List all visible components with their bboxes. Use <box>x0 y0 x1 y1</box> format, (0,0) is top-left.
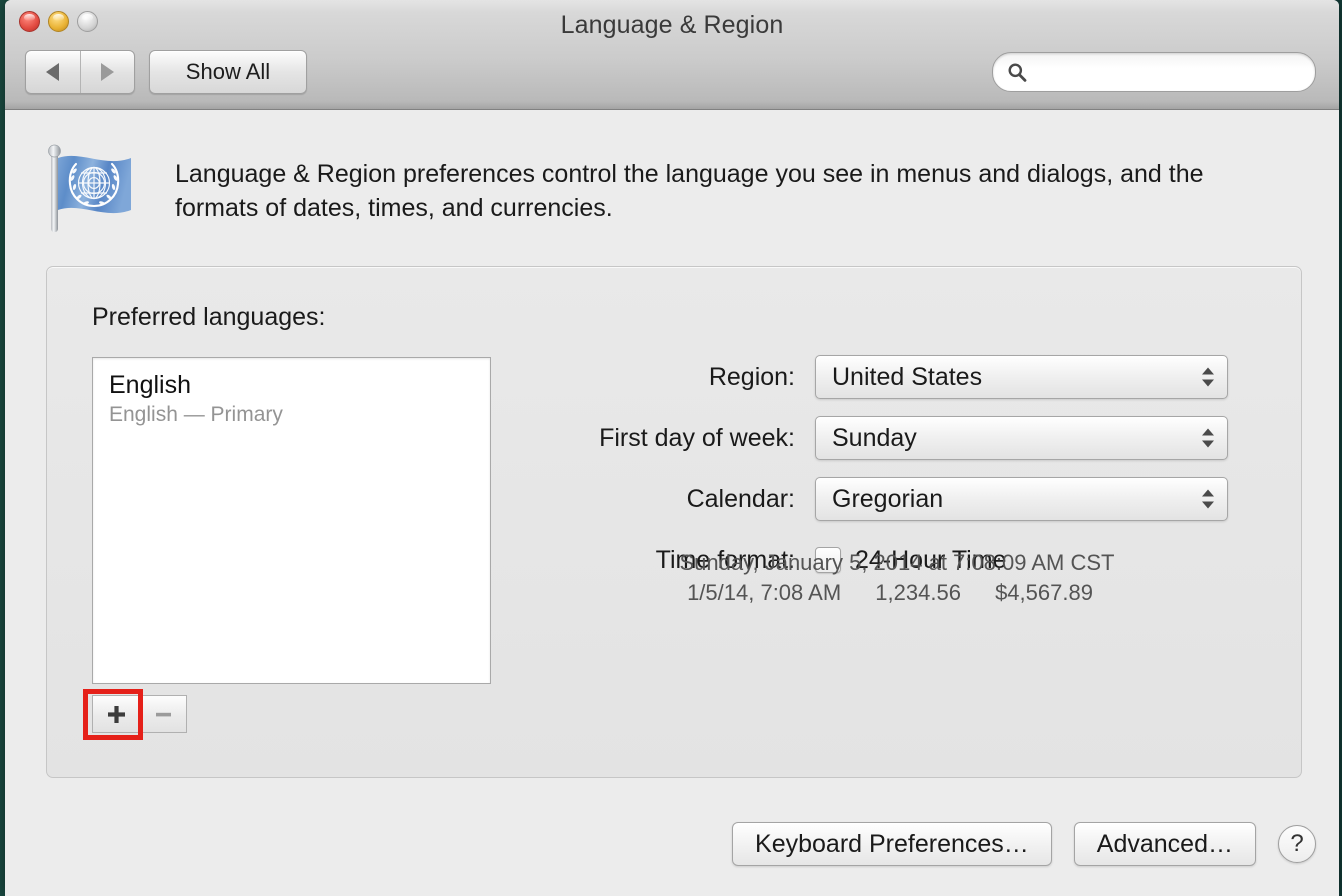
preference-pane-content: Language & Region preferences control th… <box>5 111 1339 896</box>
window-titlebar: Language & Region Show All <box>5 0 1339 110</box>
forward-button[interactable] <box>80 51 135 93</box>
sample-long-date: Sunday, January 5, 2014 at 7:08:09 AM CS… <box>547 550 1247 576</box>
help-label: ? <box>1290 830 1303 858</box>
preferred-languages-label: Preferred languages: <box>92 303 325 332</box>
search-input[interactable] <box>1033 61 1305 84</box>
calendar-popup-button[interactable]: Gregorian <box>815 477 1228 521</box>
region-popup-button[interactable]: United States <box>815 355 1228 399</box>
intro-section: Language & Region preferences control th… <box>43 140 1269 236</box>
chevron-updown-icon <box>1202 429 1214 448</box>
show-all-label: Show All <box>186 59 270 85</box>
advanced-label: Advanced… <box>1097 830 1233 859</box>
search-icon <box>1007 62 1027 82</box>
search-field[interactable] <box>992 52 1316 92</box>
calendar-label: Calendar: <box>547 485 815 514</box>
calendar-value: Gregorian <box>832 485 943 514</box>
back-button[interactable] <box>26 51 80 93</box>
minus-icon <box>154 705 173 724</box>
chevron-updown-icon <box>1202 490 1214 509</box>
sample-number: 1,234.56 <box>875 580 961 605</box>
first-day-of-week-row: First day of week: Sunday <box>547 416 1247 460</box>
add-language-button[interactable] <box>92 695 140 733</box>
region-value: United States <box>832 363 982 392</box>
add-remove-button-group <box>92 695 187 733</box>
sample-short-date: 1/5/14, 7:08 AM <box>687 580 841 605</box>
first-day-of-week-label: First day of week: <box>547 424 815 453</box>
region-label: Region: <box>547 363 815 392</box>
first-day-of-week-value: Sunday <box>832 424 917 453</box>
triangle-right-icon <box>101 63 114 81</box>
help-button[interactable]: ? <box>1278 825 1316 863</box>
first-day-of-week-popup-button[interactable]: Sunday <box>815 416 1228 460</box>
navigation-segmented-control <box>25 50 135 94</box>
chevron-updown-icon <box>1202 368 1214 387</box>
list-item[interactable]: English English — Primary <box>93 358 490 427</box>
calendar-row: Calendar: Gregorian <box>547 477 1247 521</box>
intro-description: Language & Region preferences control th… <box>175 140 1250 236</box>
sample-short-line: 1/5/14, 7:08 AM 1,234.56 $4,567.89 <box>547 580 1247 606</box>
language-detail: English — Primary <box>109 403 490 427</box>
region-row: Region: United States <box>547 355 1247 399</box>
triangle-left-icon <box>46 63 59 81</box>
keyboard-preferences-label: Keyboard Preferences… <box>755 830 1029 859</box>
footer-button-group: Keyboard Preferences… Advanced… ? <box>732 822 1316 866</box>
format-sample-preview: Sunday, January 5, 2014 at 7:08:09 AM CS… <box>547 550 1247 606</box>
show-all-button[interactable]: Show All <box>149 50 307 94</box>
language-region-groupbox: Preferred languages: English English — P… <box>46 266 1302 778</box>
advanced-button[interactable]: Advanced… <box>1074 822 1256 866</box>
remove-language-button[interactable] <box>139 695 187 733</box>
keyboard-preferences-button[interactable]: Keyboard Preferences… <box>732 822 1052 866</box>
plus-icon <box>107 705 126 724</box>
system-preferences-window: Language & Region Show All <box>5 0 1339 896</box>
page-title: Language & Region <box>5 11 1339 40</box>
language-name: English <box>109 372 490 400</box>
preferred-languages-list[interactable]: English English — Primary <box>92 357 491 684</box>
un-flag-icon <box>43 140 151 236</box>
sample-currency: $4,567.89 <box>995 580 1093 605</box>
